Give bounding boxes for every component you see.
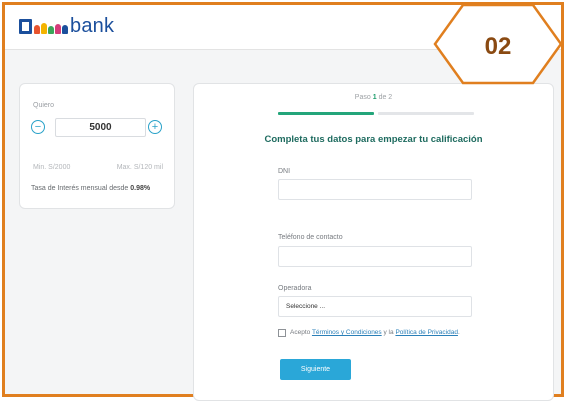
step-indicator: Paso 1 de 2 — [194, 94, 553, 101]
interest-rate-value: 0.98% — [130, 185, 151, 192]
interest-rate-text: Tasa de Interés mensual desde 0.98% — [31, 185, 150, 192]
logo-people-icon — [34, 19, 69, 34]
registration-form-card: Paso 1 de 2 Completa tus datos para empe… — [193, 83, 554, 401]
step-number-badge: 02 — [433, 3, 563, 85]
min-amount-label: Min. S/2000 — [33, 164, 71, 171]
terms-end: . — [457, 329, 460, 336]
interest-rate-prefix: Tasa de Interés mensual desde — [31, 185, 129, 192]
max-amount-label: Max. S/120 mil — [116, 164, 163, 171]
logo-square-icon — [19, 19, 32, 34]
badge-label: 02 — [484, 33, 512, 60]
terms-prefix: Acepto — [290, 329, 311, 336]
terms-middle: y la — [383, 329, 394, 336]
amount-input[interactable]: 5000 — [55, 118, 146, 137]
dni-label: DNI — [278, 168, 291, 175]
decrement-button[interactable]: − — [31, 120, 45, 134]
dni-input[interactable] — [278, 179, 472, 200]
next-button[interactable]: Siguiente — [280, 359, 351, 380]
phone-label: Teléfono de contacto — [278, 234, 343, 241]
step-prefix: Paso — [354, 94, 371, 101]
phone-input[interactable] — [278, 246, 472, 267]
bank-logo[interactable]: bank — [19, 15, 115, 37]
terms-conditions-link[interactable]: Términos y Condiciones — [312, 329, 382, 336]
operator-select[interactable]: Seleccione ... — [278, 296, 472, 317]
loan-simulator-card: Quiero − 5000 + Min. S/2000 Max. S/120 m… — [19, 83, 175, 209]
progress-step-1-bar — [278, 112, 374, 115]
terms-text: Acepto Términos y Condiciones y la Polít… — [290, 329, 460, 336]
step-current: 1 — [372, 94, 377, 101]
operator-label: Operadora — [278, 285, 312, 292]
terms-checkbox[interactable] — [278, 329, 286, 337]
privacy-policy-link[interactable]: Política de Privacidad — [395, 329, 458, 336]
form-title: Completa tus datos para empezar tu calif… — [264, 134, 483, 145]
amount-label: Quiero — [33, 102, 55, 109]
progress-step-2-bar — [378, 112, 474, 115]
logo-text: bank — [70, 15, 115, 37]
browser-frame: bank Quiero − 5000 + Min. S/2000 Max. S/… — [2, 2, 564, 401]
increment-button[interactable]: + — [148, 120, 162, 134]
step-total: de 2 — [378, 94, 393, 101]
